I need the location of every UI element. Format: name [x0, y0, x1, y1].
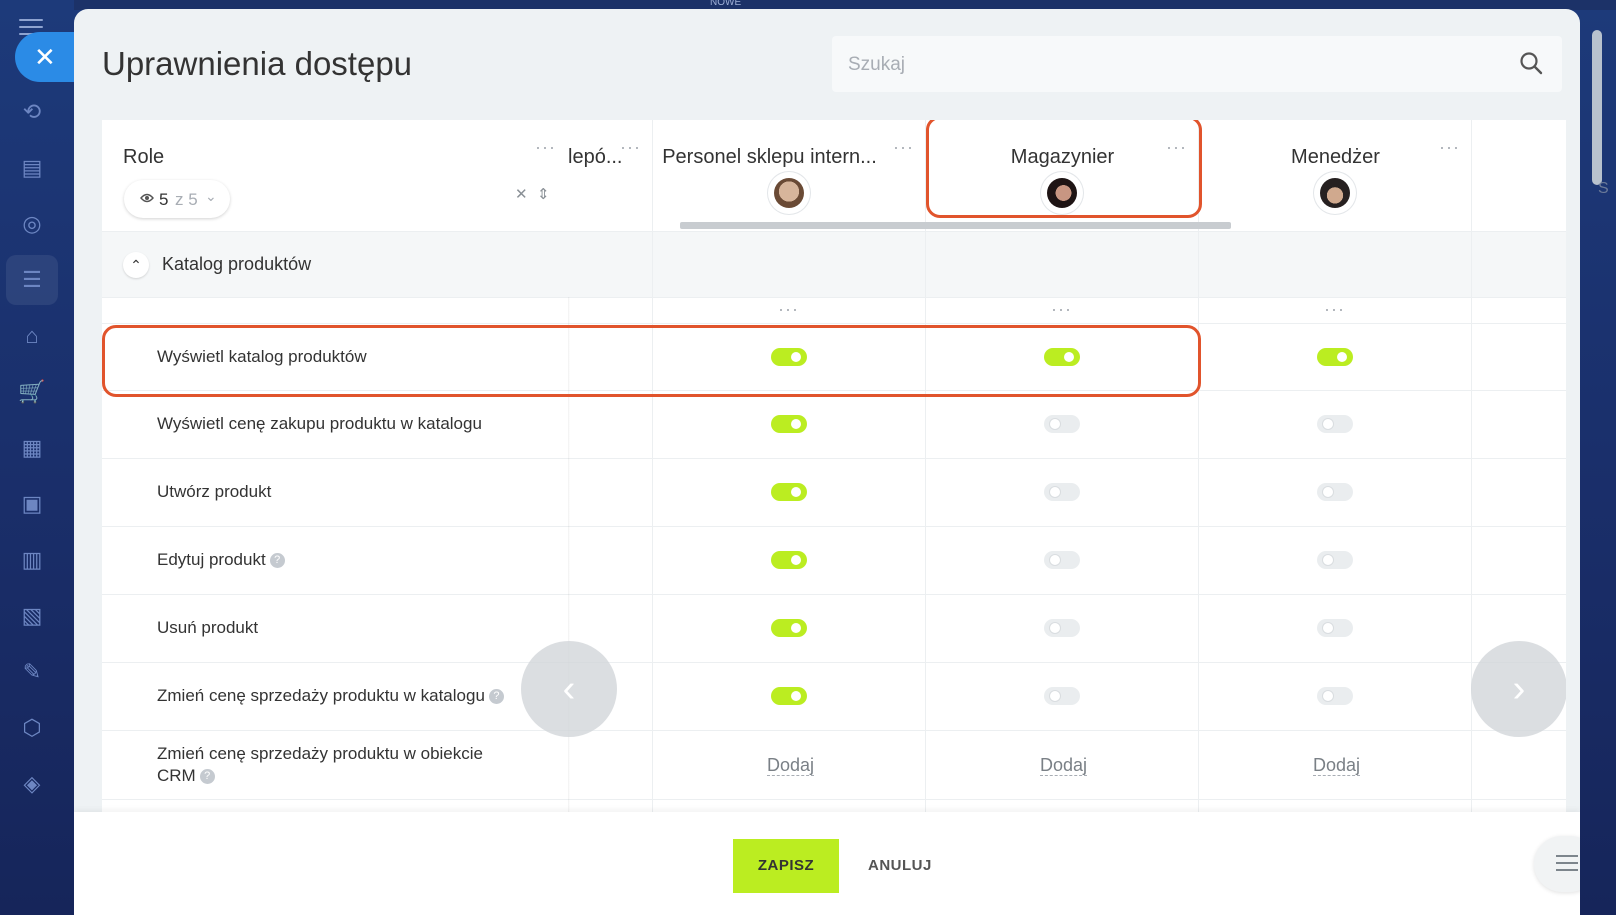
- search-placeholder: Szukaj: [848, 54, 906, 75]
- cart-icon[interactable]: 🛒: [16, 376, 48, 408]
- background-nowe-label: NOWE: [710, 0, 742, 8]
- help-icon[interactable]: ?: [199, 769, 215, 785]
- target-icon[interactable]: ◎: [16, 208, 48, 240]
- permission-row: Wyświetl cenę zakupu produktu w katalogu: [102, 391, 1566, 459]
- role-more-icon[interactable]: ···: [620, 138, 641, 156]
- permission-label-text: CRM: [157, 766, 196, 785]
- add-permission-link[interactable]: Dodaj: [767, 755, 815, 776]
- add-permission-link[interactable]: Dodaj: [1313, 755, 1361, 776]
- permission-toggle[interactable]: [1044, 687, 1080, 705]
- permission-label: Zmień cenę sprzedaży produktu w obiekcie…: [157, 743, 483, 787]
- permission-label: Wyświetl cenę zakupu produktu w katalogu: [157, 414, 482, 433]
- access-permissions-panel: Uprawnienia dostępu Szukaj Role ··· 5 z …: [74, 9, 1580, 915]
- background-edge-letter: S: [1598, 180, 1609, 197]
- permission-toggle[interactable]: [1044, 551, 1080, 569]
- permission-toggle[interactable]: [1044, 483, 1080, 501]
- role-name: Menedżer: [1291, 146, 1380, 168]
- permission-toggle[interactable]: [771, 687, 807, 705]
- cancel-button[interactable]: ANULUJ: [868, 857, 932, 874]
- settings-icon[interactable]: ⬡: [16, 712, 48, 744]
- avatar: [1314, 172, 1356, 214]
- edit-icon[interactable]: ✎: [16, 656, 48, 688]
- role-more-icon[interactable]: ···: [1439, 138, 1460, 156]
- search-input[interactable]: Szukaj: [832, 36, 1562, 92]
- help-icon[interactable]: ?: [488, 689, 504, 705]
- permission-label-text: Edytuj produkt: [157, 550, 266, 569]
- column-more-icon[interactable]: ···: [778, 300, 799, 318]
- permission-label: Zmień cenę sprzedaży produktu w katalogu…: [157, 685, 504, 707]
- visible-count: 5: [159, 190, 169, 209]
- permission-label-text: Zmień cenę sprzedaży produktu w obiekcie: [157, 744, 483, 763]
- permission-toggle[interactable]: [1317, 483, 1353, 501]
- scroll-right-button[interactable]: ›: [1471, 641, 1566, 737]
- role-column-header: Personel sklepu intern... ···: [652, 120, 926, 231]
- highlight-box-view-catalog: [102, 325, 1201, 397]
- role-more-icon[interactable]: ···: [893, 138, 914, 156]
- role-column-header: Menedżer ···: [1198, 120, 1472, 231]
- total-count: z 5: [175, 190, 198, 209]
- roles-label: Role: [123, 146, 165, 168]
- permission-row: Zmień cenę sprzedaży produktu w katalogu…: [102, 663, 1566, 731]
- visible-roles-selector[interactable]: 5 z 5 ⌄: [124, 180, 230, 218]
- section-label: Katalog produktów: [162, 254, 312, 274]
- permission-toggle[interactable]: [771, 619, 807, 637]
- left-nav-rail: ✕ ⟲ ▤ ◎ ☰ ⌂ 🛒 ▦ ▣ ▥ ▧ ✎ ⬡ ◈: [0, 0, 85, 915]
- permission-toggle[interactable]: [1317, 687, 1353, 705]
- document-icon[interactable]: ▧: [16, 600, 48, 632]
- section-header[interactable]: ⌃ Katalog produktów: [102, 232, 1566, 298]
- role-column-header: lepó... ···: [568, 120, 652, 231]
- funnel-icon[interactable]: ☰: [6, 255, 58, 305]
- permission-toggle[interactable]: [1317, 415, 1353, 433]
- permission-row: Zmień cenę sprzedaży produktu w obiekcie…: [102, 731, 1566, 800]
- role-column-header: [1471, 120, 1566, 231]
- search-icon[interactable]: [1518, 50, 1544, 76]
- permissions-grid: Role ··· 5 z 5 ⌄ ✕ ⇕ lepó... ··· Persone…: [102, 120, 1566, 840]
- scroll-left-button[interactable]: ‹: [521, 641, 617, 737]
- footer-bar: ZAPISZ ANULUJ: [74, 812, 1580, 915]
- robot-icon[interactable]: ⌂: [16, 320, 48, 352]
- permission-toggle[interactable]: [1317, 348, 1353, 366]
- permission-toggle[interactable]: [1317, 551, 1353, 569]
- eye-icon: [140, 193, 154, 203]
- page-title: Uprawnienia dostępu: [102, 45, 413, 82]
- permission-toggle[interactable]: [1044, 415, 1080, 433]
- highlight-box-magazynier: [926, 120, 1202, 218]
- permission-label: Utwórz produkt: [157, 482, 272, 501]
- help-icon[interactable]: ?: [269, 553, 285, 569]
- column-actions-row: ··· ··· ···: [102, 298, 1566, 324]
- permission-toggle[interactable]: [771, 483, 807, 501]
- permission-row: Utwórz produkt: [102, 459, 1566, 527]
- permission-label: Usuń produkt: [157, 618, 259, 637]
- menu-list-button[interactable]: [1534, 836, 1580, 892]
- save-button[interactable]: ZAPISZ: [733, 839, 839, 893]
- analytics-icon[interactable]: ▥: [16, 544, 48, 576]
- column-more-icon[interactable]: ···: [1051, 300, 1072, 318]
- chevron-down-icon: ⌄: [205, 188, 217, 204]
- permission-row: Edytuj produkt?: [102, 527, 1566, 595]
- avatar: [768, 172, 810, 214]
- warehouse-icon[interactable]: ▦: [16, 432, 48, 464]
- add-permission-link[interactable]: Dodaj: [1040, 755, 1088, 776]
- grid-header: Role ··· 5 z 5 ⌄ ✕ ⇕ lepó... ··· Persone…: [102, 120, 1566, 232]
- permission-row: Usuń produkt: [102, 595, 1566, 663]
- expand-all-icon[interactable]: ⇕: [537, 187, 551, 202]
- flow-icon[interactable]: ⟲: [16, 96, 48, 128]
- permission-toggle[interactable]: [771, 415, 807, 433]
- permission-toggle[interactable]: [1317, 619, 1353, 637]
- role-name: Personel sklepu intern...: [662, 146, 877, 168]
- permission-toggle[interactable]: [1044, 619, 1080, 637]
- chevron-up-icon[interactable]: ⌃: [123, 252, 149, 278]
- roles-more-icon[interactable]: ···: [535, 138, 556, 156]
- permission-toggle[interactable]: [771, 551, 807, 569]
- column-more-icon[interactable]: ···: [1324, 300, 1345, 318]
- permission-label: Edytuj produkt?: [157, 549, 285, 571]
- page-scrollbar[interactable]: [1592, 30, 1602, 185]
- horizontal-scrollbar[interactable]: [680, 222, 1231, 229]
- box-icon[interactable]: ◈: [16, 768, 48, 800]
- contact-card-icon[interactable]: ▤: [16, 152, 48, 184]
- collapse-all-icon[interactable]: ✕: [515, 187, 529, 202]
- calendar-icon[interactable]: ▣: [16, 488, 48, 520]
- permission-label-text: Zmień cenę sprzedaży produktu w katalogu: [157, 686, 485, 705]
